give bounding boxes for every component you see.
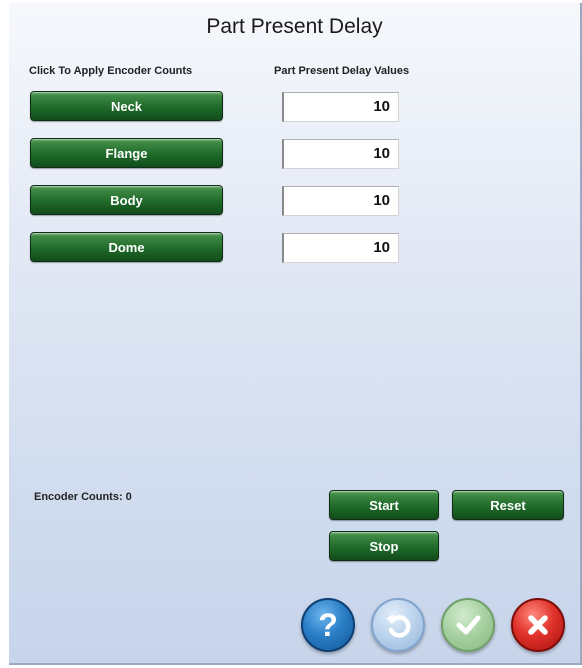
body-button[interactable]: Body xyxy=(30,185,223,215)
apply-column-header: Click To Apply Encoder Counts xyxy=(29,65,193,77)
dialog-panel: Part Present Delay Click To Apply Encode… xyxy=(9,3,582,665)
values-column-header: Part Present Delay Values xyxy=(274,65,410,77)
accept-button[interactable] xyxy=(441,598,495,652)
dome-value-field[interactable]: 10 xyxy=(282,233,399,263)
cancel-button[interactable] xyxy=(511,598,565,652)
body-value-field[interactable]: 10 xyxy=(282,186,399,216)
encoder-counts-label: Encoder Counts: 0 xyxy=(34,491,132,503)
svg-text:?: ? xyxy=(318,608,338,642)
stop-button[interactable]: Stop xyxy=(329,531,439,561)
close-icon xyxy=(528,615,548,635)
neck-value-field[interactable]: 10 xyxy=(282,92,399,122)
flange-value-field[interactable]: 10 xyxy=(282,139,399,169)
help-button[interactable]: ? xyxy=(301,598,355,652)
dome-button[interactable]: Dome xyxy=(30,232,223,262)
undo-button[interactable] xyxy=(371,598,425,652)
start-button[interactable]: Start xyxy=(329,490,439,520)
page-title: Part Present Delay xyxy=(206,15,383,38)
flange-button[interactable]: Flange xyxy=(30,138,223,168)
check-icon xyxy=(456,615,481,635)
neck-button[interactable]: Neck xyxy=(30,91,223,121)
help-icon: ? xyxy=(318,608,338,642)
undo-icon xyxy=(386,614,411,638)
reset-button[interactable]: Reset xyxy=(452,490,564,520)
